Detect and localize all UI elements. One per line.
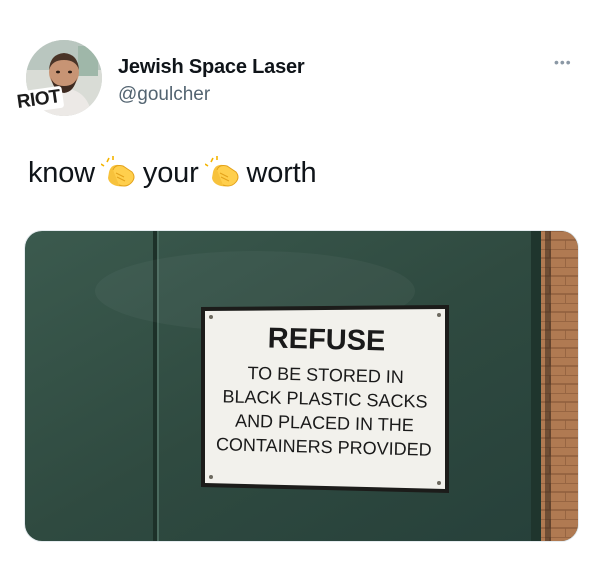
clapping-hands-icon [204, 156, 239, 187]
tweet-word: your [142, 156, 199, 189]
tweet-text: know your worth [28, 156, 317, 190]
display-name[interactable]: Jewish Space Laser [118, 56, 305, 79]
door-sign-photo: REFUSE TO BE STORED IN BLACK PLASTIC SAC… [25, 231, 578, 541]
sign-line: TO BE STORED IN [247, 363, 404, 387]
tweet-word: know [28, 156, 95, 189]
clapping-hands-icon [100, 156, 135, 187]
tweet-word: worth [246, 156, 317, 189]
more-options-icon[interactable]: ••• [554, 54, 572, 70]
refuse-sign: REFUSE TO BE STORED IN BLACK PLASTIC SAC… [201, 305, 449, 493]
user-handle[interactable]: @goulcher [118, 84, 210, 106]
tweet-photo[interactable]: REFUSE TO BE STORED IN BLACK PLASTIC SAC… [24, 230, 579, 542]
sign-title: REFUSE [267, 322, 385, 357]
